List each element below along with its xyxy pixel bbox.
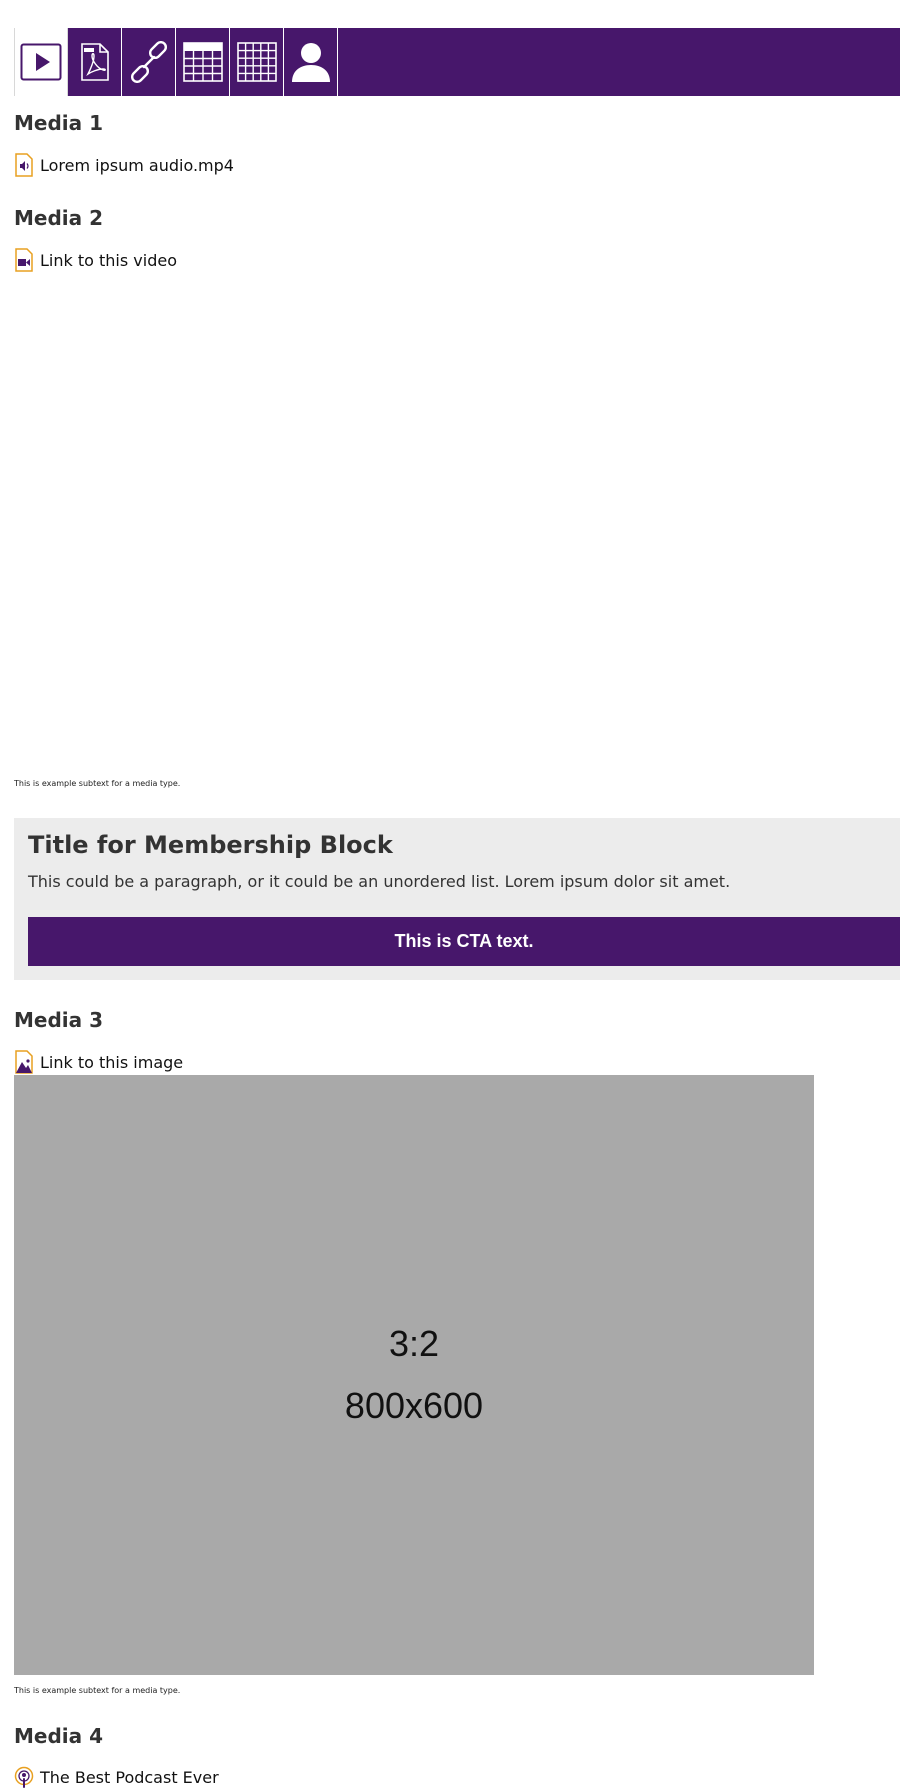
media-4-link-text[interactable]: The Best Podcast Ever (40, 1768, 219, 1787)
membership-body: This could be a paragraph, or it could b… (28, 872, 731, 891)
media-3-link[interactable]: Link to this image (14, 1050, 183, 1074)
media-1-heading: Media 1 (14, 111, 104, 135)
media-2-link[interactable]: Link to this video (14, 248, 177, 272)
media-3-subtext: This is example subtext for a media type… (14, 1686, 181, 1695)
media-3-link-text[interactable]: Link to this image (40, 1053, 183, 1072)
toolbar-video-button[interactable] (14, 28, 68, 96)
toolbar-profile-button[interactable] (284, 28, 338, 96)
play-icon (20, 43, 62, 81)
grid-icon (236, 42, 277, 82)
media-1-link[interactable]: Lorem ipsum audio.mp4 (14, 153, 234, 177)
toolbar-pdf-button[interactable] (68, 28, 122, 96)
membership-block: Title for Membership Block This could be… (14, 818, 900, 980)
media-2-link-text[interactable]: Link to this video (40, 251, 177, 270)
membership-cta-button[interactable]: This is CTA text. (28, 917, 900, 966)
placeholder-dimensions: 800x600 (344, 1385, 484, 1426)
podcast-icon (14, 1766, 34, 1788)
media-2-heading: Media 2 (14, 206, 104, 230)
image-placeholder: 3:2 800x600 (14, 1075, 814, 1675)
toolbar-table-button[interactable] (176, 28, 230, 96)
audio-file-icon (15, 153, 33, 177)
link-icon (130, 41, 167, 83)
media-4-heading: Media 4 (14, 1724, 104, 1748)
membership-title: Title for Membership Block (28, 831, 393, 859)
media-2-subtext: This is example subtext for a media type… (14, 779, 181, 788)
image-file-icon (15, 1050, 33, 1074)
media-3-heading: Media 3 (14, 1008, 104, 1032)
toolbar-grid-button[interactable] (230, 28, 284, 96)
media-1-link-text[interactable]: Lorem ipsum audio.mp4 (40, 156, 234, 175)
pdf-icon (80, 43, 109, 81)
placeholder-ratio: 3:2 (388, 1323, 440, 1364)
table-icon (182, 42, 223, 82)
video-file-icon (15, 248, 33, 272)
toolbar-link-button[interactable] (122, 28, 176, 96)
media-4-link[interactable]: The Best Podcast Ever (14, 1765, 219, 1789)
media-type-toolbar (14, 28, 900, 96)
person-icon (291, 43, 330, 82)
